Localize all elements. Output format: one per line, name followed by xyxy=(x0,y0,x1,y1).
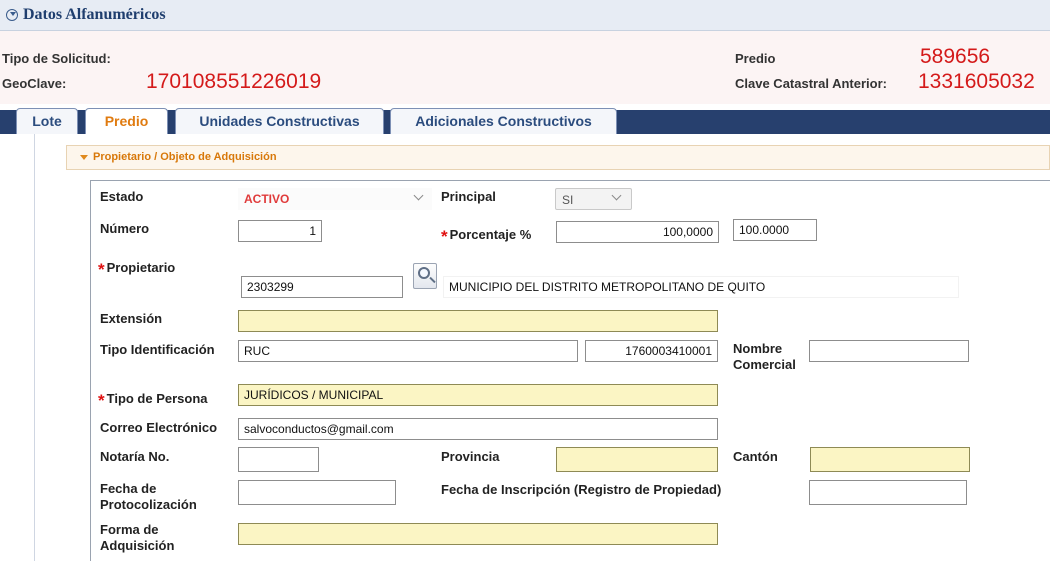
tipo-persona-label: Tipo de Persona xyxy=(106,391,208,406)
tipo-id-label: Tipo Identificación xyxy=(100,342,215,357)
fecha-inscripcion-label: Fecha de Inscripción (Registro de Propie… xyxy=(441,482,722,497)
provincia-field[interactable] xyxy=(556,447,718,472)
canton-label: Cantón xyxy=(733,449,778,464)
lookup-search-button[interactable] xyxy=(413,263,437,289)
propietario-label-wrap: * Propietario xyxy=(98,259,176,279)
subsection-title: Propietario / Objeto de Adquisición xyxy=(93,151,277,163)
numero-field[interactable]: 1 xyxy=(238,220,322,242)
tipo-id-field[interactable]: RUC xyxy=(238,340,578,362)
subsection-header[interactable]: Propietario / Objeto de Adquisición xyxy=(66,145,1050,170)
magnifier-icon xyxy=(418,267,430,279)
fecha-protocolizacion-label: Fecha de Protocolización xyxy=(100,481,197,512)
request-header: Tipo de Solicitud: GeoClave: 17010855122… xyxy=(0,31,1050,104)
principal-label: Principal xyxy=(441,189,496,204)
principal-value: SI xyxy=(562,193,574,207)
principal-select[interactable]: SI xyxy=(555,188,632,210)
provincia-label: Provincia xyxy=(441,449,500,464)
propietario-code-field[interactable]: 2303299 xyxy=(241,276,403,298)
nombre-comercial-field[interactable] xyxy=(809,340,969,362)
predio-value: 589656 xyxy=(920,45,991,68)
porcentaje-field-2[interactable]: 100.0000 xyxy=(733,219,817,241)
numero-label: Número xyxy=(100,221,150,236)
required-asterisk: * xyxy=(98,260,105,279)
required-asterisk: * xyxy=(98,391,105,410)
tab-adicionales-constructivos[interactable]: Adicionales Constructivos xyxy=(390,108,617,134)
tree-guide-line xyxy=(34,134,35,561)
tipo-solicitud-label: Tipo de Solicitud: xyxy=(2,51,111,66)
propietario-label: Propietario xyxy=(106,260,176,275)
required-asterisk: * xyxy=(441,227,448,246)
identificacion-field[interactable]: 1760003410001 xyxy=(585,340,718,362)
estado-select[interactable]: ACTIVO xyxy=(238,188,432,210)
notaria-field[interactable] xyxy=(238,447,319,472)
extension-field[interactable] xyxy=(238,310,718,332)
extension-label: Extensión xyxy=(100,311,163,326)
tab-predio[interactable]: Predio xyxy=(85,108,168,134)
forma-adquisicion-label: Forma de Adquisición xyxy=(100,522,175,553)
canton-field[interactable] xyxy=(810,447,970,472)
geoclave-value: 170108551226019 xyxy=(146,70,322,93)
propietario-name-field: MUNICIPIO DEL DISTRITO METROPOLITANO DE … xyxy=(443,276,959,298)
geoclave-label: GeoClave: xyxy=(2,76,67,91)
tipo-persona-label-wrap: * Tipo de Persona xyxy=(98,390,208,410)
tab-lote[interactable]: Lote xyxy=(16,108,78,134)
estado-label: Estado xyxy=(100,189,144,204)
estado-value: ACTIVO xyxy=(244,192,290,206)
fecha-inscripcion-field[interactable] xyxy=(809,480,967,505)
porcentaje-field[interactable]: 100,0000 xyxy=(556,221,719,243)
tab-unidades-constructivas[interactable]: Unidades Constructivas xyxy=(175,108,384,134)
forma-adquisicion-field[interactable] xyxy=(238,523,718,545)
fecha-protocolizacion-field[interactable] xyxy=(238,480,396,505)
nombre-comercial-label: Nombre Comercial xyxy=(733,341,796,372)
porcentaje-label-wrap: * Porcentaje % xyxy=(441,226,532,246)
collapse-circle-icon[interactable] xyxy=(6,9,18,21)
correo-field[interactable]: salvoconductos@gmail.com xyxy=(238,418,718,440)
notaria-label: Notaría No. xyxy=(100,449,170,464)
clave-anterior-value: 1331605032 xyxy=(918,70,1035,93)
porcentaje-label: Porcentaje % xyxy=(449,227,532,242)
tab-bar: Lote Predio Unidades Constructivas Adici… xyxy=(0,104,1050,134)
predio-label: Predio xyxy=(735,51,776,66)
correo-label: Correo Electrónico xyxy=(100,420,218,435)
panel-title-bar[interactable]: Datos Alfanuméricos xyxy=(0,0,1050,31)
clave-anterior-label: Clave Catastral Anterior: xyxy=(735,76,887,91)
panel-title: Datos Alfanuméricos xyxy=(23,6,166,23)
tipo-persona-field[interactable]: JURÍDICOS / MUNICIPAL xyxy=(238,384,718,406)
